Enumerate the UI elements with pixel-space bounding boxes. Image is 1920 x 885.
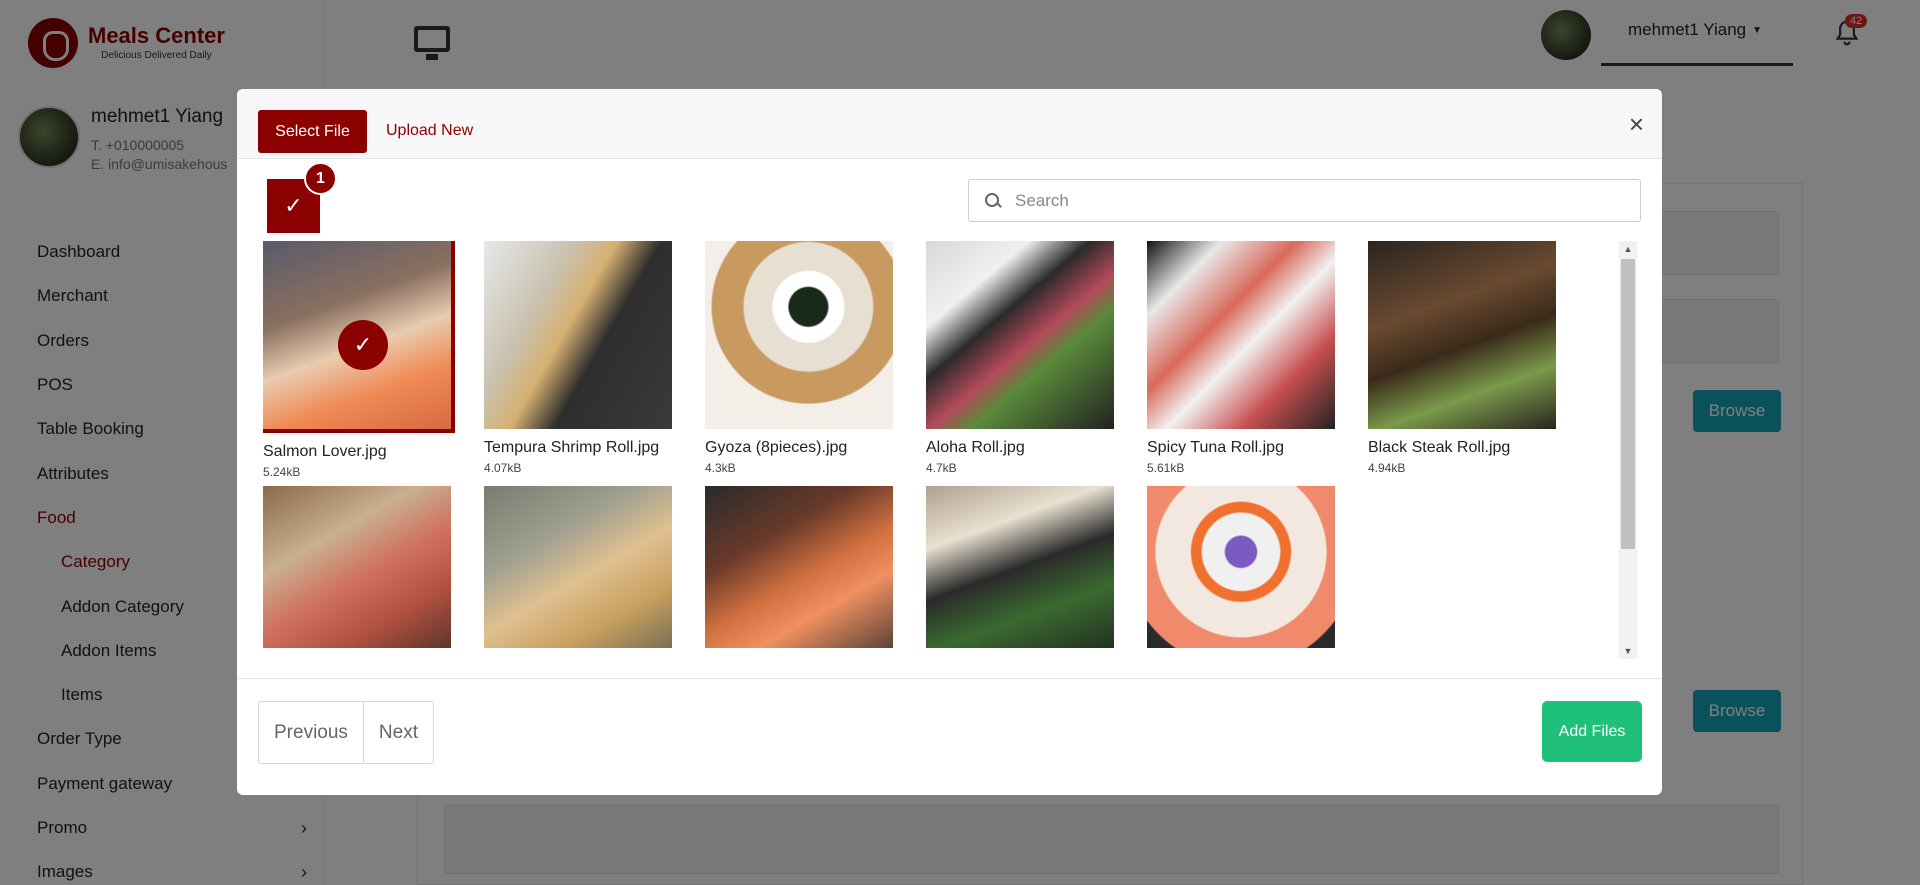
file-thumbnail[interactable] [1147,486,1335,648]
file-size: 4.07kB [484,461,522,475]
file-thumbnail[interactable] [1147,241,1335,429]
file-name: Aloha Roll.jpg [926,439,1025,456]
file-tile[interactable]: Black Steak Roll.jpg 4.94kB [1368,241,1557,475]
file-name: Spicy Tuna Roll.jpg [1147,439,1284,456]
file-grid: ✓ Salmon Lover.jpg 5.24kB Tempura Shrimp Ro… [263,241,1623,648]
file-thumbnail[interactable]: ✓ [263,241,455,433]
file-name: Gyoza (8pieces).jpg [705,439,848,456]
file-tile[interactable] [1147,486,1336,648]
check-icon: ✓ [284,193,303,218]
file-thumbnail[interactable] [926,486,1114,648]
pagination: Previous Next [258,701,434,764]
next-button[interactable]: Next [362,702,433,763]
tab-upload-new[interactable]: Upload New [386,122,473,140]
selected-count-badge: 1 [304,162,337,195]
search-box [968,179,1641,222]
file-thumbnail[interactable] [1368,241,1556,429]
previous-button[interactable]: Previous [259,702,363,763]
file-picker-modal: Select File Upload New × ✓ 1 ✓ Salmon Lov… [237,89,1662,795]
file-thumbnail[interactable] [484,241,672,429]
add-files-button[interactable]: Add Files [1542,701,1642,762]
file-thumbnail[interactable] [705,486,893,648]
file-size: 4.7kB [926,461,957,475]
file-thumbnail[interactable] [263,486,451,648]
file-size: 4.3kB [705,461,736,475]
file-size: 5.61kB [1147,461,1185,475]
file-tile[interactable] [705,486,894,648]
modal-header: Select File Upload New × [237,89,1662,159]
file-tile[interactable]: Spicy Tuna Roll.jpg 5.61kB [1147,241,1336,475]
file-thumbnail[interactable] [484,486,672,648]
file-name: Tempura Shrimp Roll.jpg [484,439,660,456]
file-tile[interactable]: Tempura Shrimp Roll.jpg 4.07kB [484,241,673,475]
file-tile[interactable]: Aloha Roll.jpg 4.7kB [926,241,1115,475]
scrollbar[interactable]: ▲ ▼ [1619,241,1637,659]
file-tile[interactable]: Gyoza (8pieces).jpg 4.3kB [705,241,894,475]
modal-footer: Previous Next Add Files [237,678,1662,795]
file-tile[interactable]: ✓ Salmon Lover.jpg 5.24kB [263,241,455,479]
check-icon: ✓ [338,320,388,370]
file-tile[interactable] [926,486,1115,648]
file-size: 5.24kB [263,465,301,479]
file-thumbnail[interactable] [926,241,1114,429]
file-name: Salmon Lover.jpg [263,443,387,460]
search-icon [985,192,1001,209]
file-thumbnail[interactable] [705,241,893,429]
scroll-up-icon[interactable]: ▲ [1619,241,1637,257]
close-icon[interactable]: × [1629,111,1644,137]
search-input[interactable] [1015,190,1615,211]
file-name: Black Steak Roll.jpg [1368,439,1511,456]
scroll-down-icon[interactable]: ▼ [1619,643,1637,659]
file-tile[interactable] [263,486,452,648]
file-size: 4.94kB [1368,461,1406,475]
tab-select-file[interactable]: Select File [258,110,367,153]
file-tile[interactable] [484,486,673,648]
scroll-thumb[interactable] [1621,259,1635,549]
